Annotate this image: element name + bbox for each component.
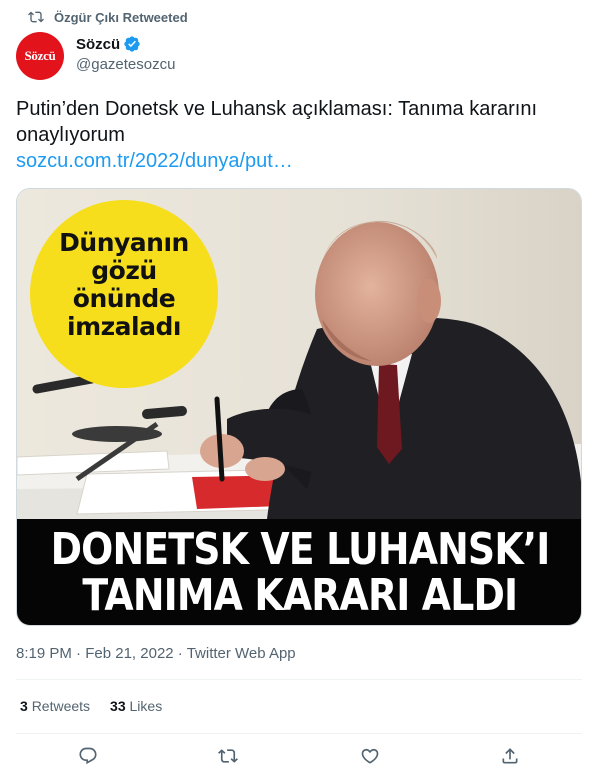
badge-line: gözü <box>91 256 157 285</box>
divider <box>16 733 582 734</box>
retweet-icon[interactable] <box>218 746 238 766</box>
retweets-stat[interactable]: 3 Retweets <box>20 698 90 714</box>
author-display-name[interactable]: Sözcü <box>76 36 120 53</box>
author-handle[interactable]: @gazetesozcu <box>76 56 175 73</box>
retweet-context-text: Özgür Çıkı Retweeted <box>54 9 188 25</box>
badge-line: önünde <box>72 284 176 313</box>
likes-stat[interactable]: 33 Likes <box>110 698 162 714</box>
tweet-date[interactable]: Feb 21, 2022 <box>85 645 173 662</box>
tweet-body: Putin’den Donetsk ve Luhansk açıklaması:… <box>16 96 582 174</box>
meta-separator: · <box>177 645 183 662</box>
tweet-text: Putin’den Donetsk ve Luhansk açıklaması:… <box>16 98 538 146</box>
badge-line: Dünyanın <box>59 228 189 257</box>
image-badge-text: Dünyanın gözü önünde imzaladı <box>39 229 209 341</box>
retweets-label: Retweets <box>31 698 91 714</box>
banner-line: TANIMA KARARI ALDI <box>82 570 519 621</box>
author-block: Sözcü @gazetesozcu <box>76 34 175 74</box>
verified-badge-icon <box>123 35 141 53</box>
divider <box>16 679 582 680</box>
tweet-actions <box>16 742 582 770</box>
author-name-row: Sözcü <box>76 34 175 54</box>
tweet-source[interactable]: Twitter Web App <box>187 645 296 662</box>
tweet-stats: 3 Retweets 33 Likes <box>20 698 182 714</box>
retweet-icon <box>28 9 44 25</box>
retweet-context[interactable]: Özgür Çıkı Retweeted <box>18 9 188 25</box>
retweets-count: 3 <box>20 698 28 714</box>
tweet-image[interactable]: Dünyanın gözü önünde imzaladı DONETSK VE… <box>16 188 582 626</box>
like-icon[interactable] <box>360 746 380 766</box>
reply-icon[interactable] <box>78 746 98 766</box>
avatar[interactable]: Sözcü <box>16 32 64 80</box>
avatar-logo-text: Sözcü <box>24 48 56 63</box>
banner-line: DONETSK VE LUHANSK’I <box>50 524 551 575</box>
tweet-link[interactable]: sozcu.com.tr/2022/dunya/put… <box>16 148 582 174</box>
tweet-time[interactable]: 8:19 PM <box>16 645 72 662</box>
image-headline-banner: DONETSK VE LUHANSK’I TANIMA KARARI ALDI <box>17 519 581 625</box>
meta-separator: · <box>76 645 82 662</box>
likes-count: 33 <box>110 698 126 714</box>
tweet-meta: 8:19 PM · Feb 21, 2022 · Twitter Web App <box>16 645 296 662</box>
share-icon[interactable] <box>500 746 520 766</box>
badge-line: imzaladı <box>67 312 181 341</box>
likes-label: Likes <box>129 698 163 714</box>
